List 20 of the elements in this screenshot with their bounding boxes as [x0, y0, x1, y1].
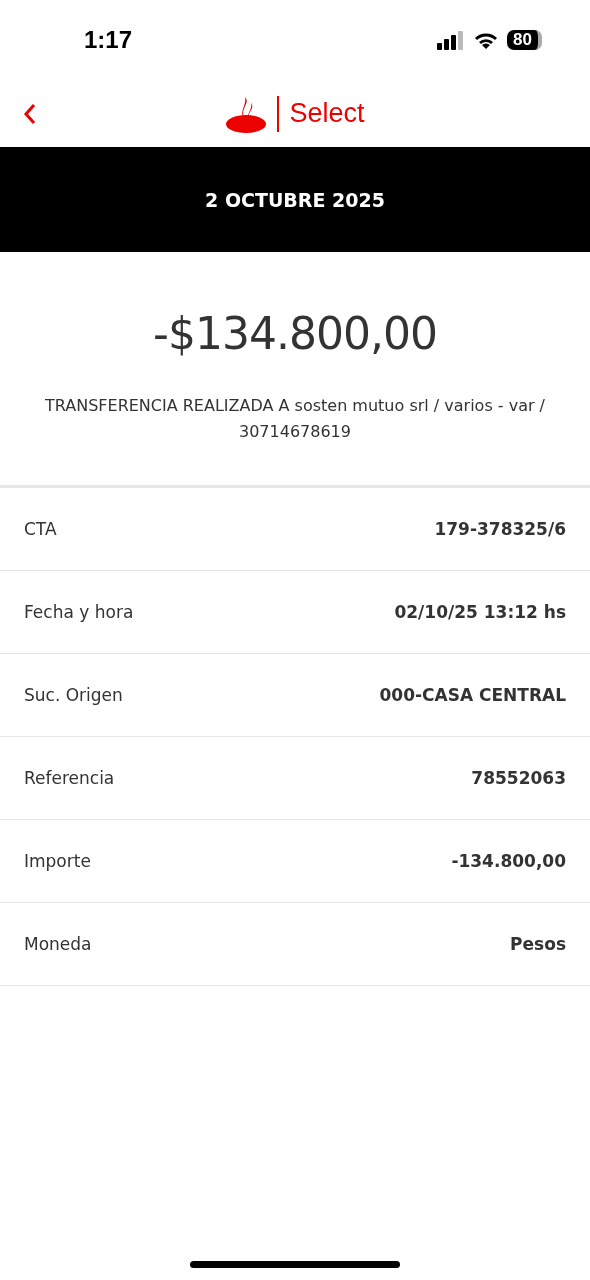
- detail-label: Importe: [24, 851, 91, 871]
- detail-value: Pesos: [510, 934, 566, 954]
- amount: -$134.800,00: [153, 308, 437, 359]
- brand-name: Select: [289, 98, 365, 129]
- detail-value: -134.800,00: [451, 851, 566, 871]
- detail-label: Moneda: [24, 934, 92, 954]
- detail-value: 179-378325/6: [434, 519, 566, 539]
- detail-value: 02/10/25 13:12 hs: [394, 602, 566, 622]
- transaction-description: TRANSFERENCIA REALIZADA A sosten mutuo srl / varios - var / 30714678619: [44, 395, 546, 443]
- signal-icon: [437, 30, 466, 50]
- status-time: 1:17: [84, 26, 133, 54]
- detail-label: CTA: [24, 519, 57, 539]
- detail-value: 78552063: [471, 768, 566, 788]
- detail-label: Fecha y hora: [24, 602, 134, 622]
- detail-value: 000-CASA CENTRAL: [379, 685, 566, 705]
- detail-label: Suc. Origen: [24, 685, 123, 705]
- battery-indicator: 80: [507, 30, 542, 50]
- date-title: 2 OCTUBRE 2025: [205, 188, 385, 211]
- chevron-left-icon: [22, 102, 38, 126]
- detail-label: Referencia: [24, 768, 115, 788]
